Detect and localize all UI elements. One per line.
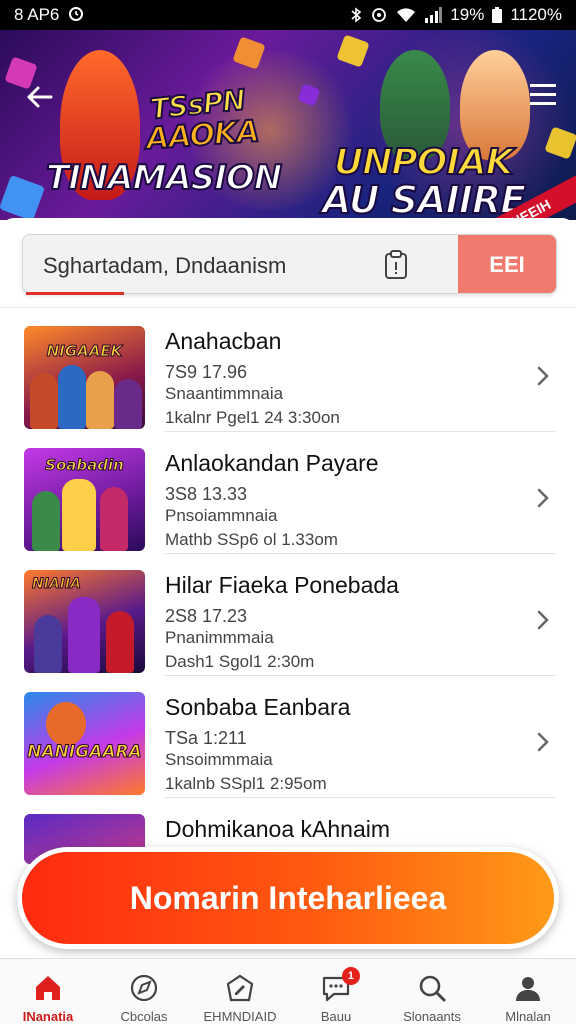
search-input[interactable]: Sghartadam, Dndaanism EEI — [22, 234, 557, 294]
nav-item-chat[interactable]: 1 Bauu — [288, 959, 384, 1024]
bluetooth-icon — [350, 6, 362, 24]
thumb-figure — [106, 611, 134, 673]
thumb-figure — [114, 379, 142, 429]
chevron-right-icon — [536, 487, 550, 514]
profile-icon — [513, 971, 543, 1005]
list-item[interactable]: NIAIIA Hilar Fiaeka Ponebada 2S8 17.23 P… — [0, 554, 576, 676]
list-item[interactable]: NIGAAEK Anahacban 7S9 17.96 Snaantimmnai… — [0, 310, 576, 432]
event-date: 7S9 17.96 — [165, 362, 248, 382]
nav-label: EHMNDIAID — [203, 1009, 277, 1024]
arrow-left-icon — [27, 86, 53, 108]
event-subtitle: Pnsoiammnaia — [165, 506, 278, 525]
event-title: Anlaokandan Payare — [165, 450, 379, 476]
event-thumbnail: Soabadin — [24, 448, 145, 551]
search-underline — [26, 292, 124, 295]
notification-badge: 1 — [341, 967, 360, 985]
event-subtitle: Snaantimmnaia — [165, 384, 284, 403]
nav-item-edit[interactable]: EHMNDIAID — [192, 959, 288, 1024]
back-button[interactable] — [22, 80, 56, 114]
banner-title-line3: TINAMASION — [45, 157, 283, 199]
cta-label: Nomarin Inteharlieea — [129, 879, 447, 916]
menu-button[interactable] — [530, 82, 560, 112]
banner-title-line5: AU SAIIRE — [321, 177, 527, 220]
event-date: TSa 1:211 — [165, 728, 247, 748]
nav-item-explore[interactable]: Cbcolas — [96, 959, 192, 1024]
battery-icon — [492, 7, 503, 23]
thumb-figure — [46, 702, 86, 746]
nav-label: Slonaants — [403, 1009, 461, 1024]
search-icon — [417, 971, 447, 1005]
event-thumbnail: NANIGAARA — [24, 692, 145, 795]
hamburger-icon — [530, 84, 556, 105]
compass-icon — [129, 971, 159, 1005]
event-title: Sonbaba Eanbara — [165, 694, 351, 720]
thumb-figure — [32, 491, 60, 551]
nfc-icon — [370, 6, 388, 24]
nav-item-profile[interactable]: Mlnalan — [480, 959, 576, 1024]
thumb-figure — [58, 365, 86, 429]
event-time: 1kalnr Pgel1 24 3:30on — [165, 408, 340, 427]
thumb-title: Soabadin — [45, 456, 125, 475]
thumb-figure — [30, 373, 58, 429]
nav-label: INanatia — [22, 1009, 74, 1024]
chevron-right-icon — [536, 731, 550, 758]
filter-button[interactable]: EEI — [458, 235, 556, 293]
hero-banner[interactable]: TSsPN AAOKA TINAMASION UNPOIAK AU SAIIRE… — [0, 30, 576, 220]
event-subtitle: Pnanimmmaia — [165, 628, 274, 647]
status-left-text: 8 AP6 — [14, 5, 60, 24]
list-item[interactable]: Soabadin Anlaokandan Payare 3S8 13.33 Pn… — [0, 432, 576, 554]
thumb-figure — [68, 597, 100, 673]
thumb-title: NIAIIA — [32, 576, 82, 593]
wifi-icon — [396, 7, 416, 23]
event-title: Hilar Fiaeka Ponebada — [165, 572, 399, 598]
event-title: Dohmikanoa kAhnaim — [165, 816, 391, 842]
list-item[interactable]: NANIGAARA Sonbaba Eanbara TSa 1:211 Snso… — [0, 676, 576, 798]
thumb-figure — [62, 479, 96, 551]
nav-label: Bauu — [320, 1009, 352, 1024]
search-value: Sghartadam, Dndaanism — [43, 253, 287, 278]
gem-decoration — [336, 34, 370, 68]
nav-item-home[interactable]: INanatia — [0, 959, 96, 1024]
event-time: 1kalnb SSpl1 2:95om — [165, 774, 327, 793]
event-title: Anahacban — [165, 328, 282, 354]
banner-title-line4: UNPOIAK — [333, 141, 515, 184]
event-time: Dash1 Sgol1 2:30m — [165, 652, 315, 671]
clipboard-icon[interactable] — [383, 250, 409, 285]
status-bar: 8 AP6 19% 1120% — [0, 0, 576, 30]
event-thumbnail: NIAIIA — [24, 570, 145, 673]
edit-icon — [225, 971, 255, 1005]
nav-label: Mlnalan — [505, 1009, 551, 1024]
thumb-figure — [100, 487, 128, 551]
home-icon — [33, 971, 63, 1005]
signal-icon — [424, 7, 443, 23]
thumb-figure — [86, 371, 114, 429]
chevron-right-icon — [536, 609, 550, 636]
clock-time: 1120% — [510, 5, 562, 24]
thumb-title: NANIGAARA — [27, 742, 142, 763]
gem-decoration — [0, 174, 46, 220]
event-time: Mathb SSp6 ol 1.33om — [165, 530, 338, 549]
thumb-figure — [34, 615, 62, 673]
event-subtitle: Snsoimmmaia — [165, 750, 273, 769]
event-date: 3S8 13.33 — [165, 484, 248, 504]
battery-text: 19% — [450, 5, 485, 24]
nav-label: Cbcolas — [120, 1009, 168, 1024]
alarm-icon — [67, 4, 85, 27]
nav-item-search[interactable]: Slonaants — [384, 959, 480, 1024]
event-date: 2S8 17.23 — [165, 606, 248, 626]
event-thumbnail: NIGAAEK — [24, 326, 145, 429]
status-right: 19% 1120% — [350, 5, 562, 25]
divider — [0, 307, 576, 308]
status-left: 8 AP6 — [14, 4, 85, 27]
primary-cta-button[interactable]: Nomarin Inteharlieea — [22, 852, 554, 944]
filter-label: EEI — [489, 252, 525, 277]
chevron-right-icon — [536, 365, 550, 392]
bottom-nav: INanatia Cbcolas EHMNDIAID 1 Bauu Slonaa… — [0, 958, 576, 1024]
thumb-title: NIGAAEK — [46, 342, 123, 361]
